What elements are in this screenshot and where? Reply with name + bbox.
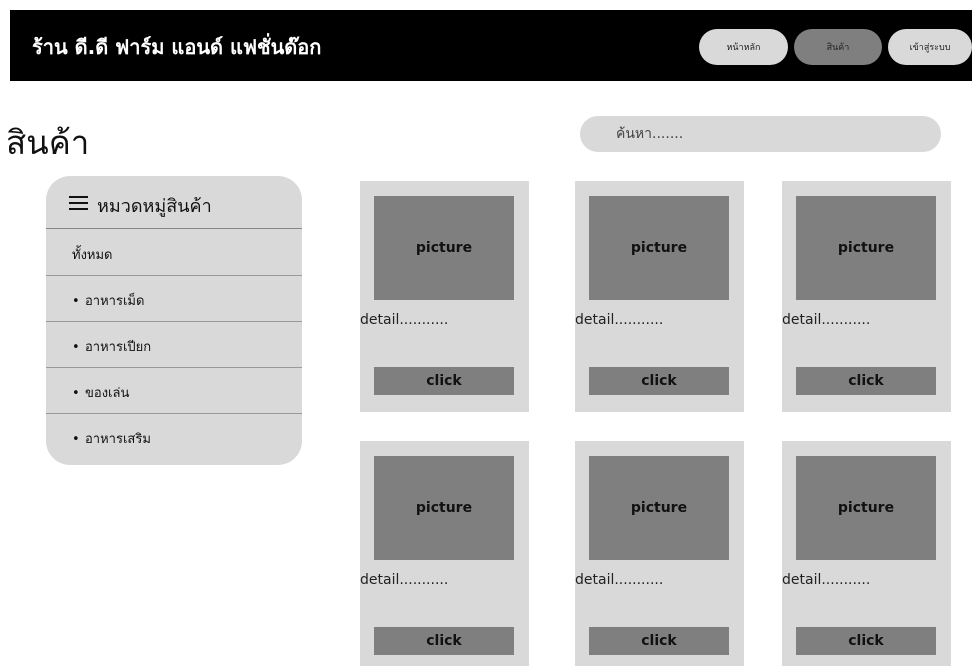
page-title: สินค้า bbox=[6, 123, 90, 162]
sidebar-item-label: ของเล่น bbox=[72, 382, 129, 403]
product-card: picture detail........... click bbox=[575, 181, 744, 412]
sidebar-item-supplements[interactable]: อาหารเสริม bbox=[46, 414, 302, 460]
product-detail: detail........... bbox=[782, 572, 871, 588]
sidebar-header: หมวดหมู่สินค้า bbox=[46, 176, 302, 229]
product-click-button[interactable]: click bbox=[796, 627, 936, 655]
sidebar-item-all[interactable]: ทั้งหมด bbox=[46, 230, 302, 276]
sidebar-item-label: อาหารเปียก bbox=[72, 336, 151, 357]
sidebar-item-label: อาหารเสริม bbox=[72, 428, 151, 449]
menu-icon[interactable] bbox=[69, 196, 88, 211]
product-picture: picture bbox=[374, 196, 514, 300]
sidebar-item-wet-food[interactable]: อาหารเปียก bbox=[46, 322, 302, 368]
sidebar-item-label: ทั้งหมด bbox=[72, 248, 113, 263]
sidebar-title: หมวดหมู่สินค้า bbox=[97, 196, 212, 217]
product-card: picture detail........... click bbox=[782, 441, 951, 666]
sidebar-item-dry-food[interactable]: อาหารเม็ด bbox=[46, 276, 302, 322]
sidebar-item-label: อาหารเม็ด bbox=[72, 290, 144, 311]
top-header: ร้าน ดี.ดี ฟาร์ม แอนด์ แฟชั่นด๊อก หน้าหล… bbox=[10, 10, 972, 81]
product-picture: picture bbox=[589, 456, 729, 560]
nav-login-button[interactable]: เข้าสู่ระบบ bbox=[888, 29, 972, 65]
product-click-button[interactable]: click bbox=[589, 367, 729, 395]
category-sidebar: หมวดหมู่สินค้า ทั้งหมด อาหารเม็ด อาหารเป… bbox=[46, 176, 302, 465]
search-input[interactable] bbox=[580, 116, 941, 152]
product-picture: picture bbox=[796, 196, 936, 300]
nav-home-button[interactable]: หน้าหลัก bbox=[699, 29, 788, 65]
product-picture: picture bbox=[796, 456, 936, 560]
product-click-button[interactable]: click bbox=[796, 367, 936, 395]
nav-products-button[interactable]: สินค้า bbox=[794, 29, 882, 65]
product-card: picture detail........... click bbox=[575, 441, 744, 666]
product-detail: detail........... bbox=[575, 312, 664, 328]
shop-name: ร้าน ดี.ดี ฟาร์ม แอนด์ แฟชั่นด๊อก bbox=[32, 35, 322, 59]
product-picture: picture bbox=[374, 456, 514, 560]
product-detail: detail........... bbox=[782, 312, 871, 328]
product-click-button[interactable]: click bbox=[589, 627, 729, 655]
product-detail: detail........... bbox=[575, 572, 664, 588]
product-detail: detail........... bbox=[360, 572, 449, 588]
product-card: picture detail........... click bbox=[782, 181, 951, 412]
product-click-button[interactable]: click bbox=[374, 367, 514, 395]
product-click-button[interactable]: click bbox=[374, 627, 514, 655]
product-card: picture detail........... click bbox=[360, 441, 529, 666]
sidebar-item-toys[interactable]: ของเล่น bbox=[46, 368, 302, 414]
product-picture: picture bbox=[589, 196, 729, 300]
product-card: picture detail........... click bbox=[360, 181, 529, 412]
product-detail: detail........... bbox=[360, 312, 449, 328]
